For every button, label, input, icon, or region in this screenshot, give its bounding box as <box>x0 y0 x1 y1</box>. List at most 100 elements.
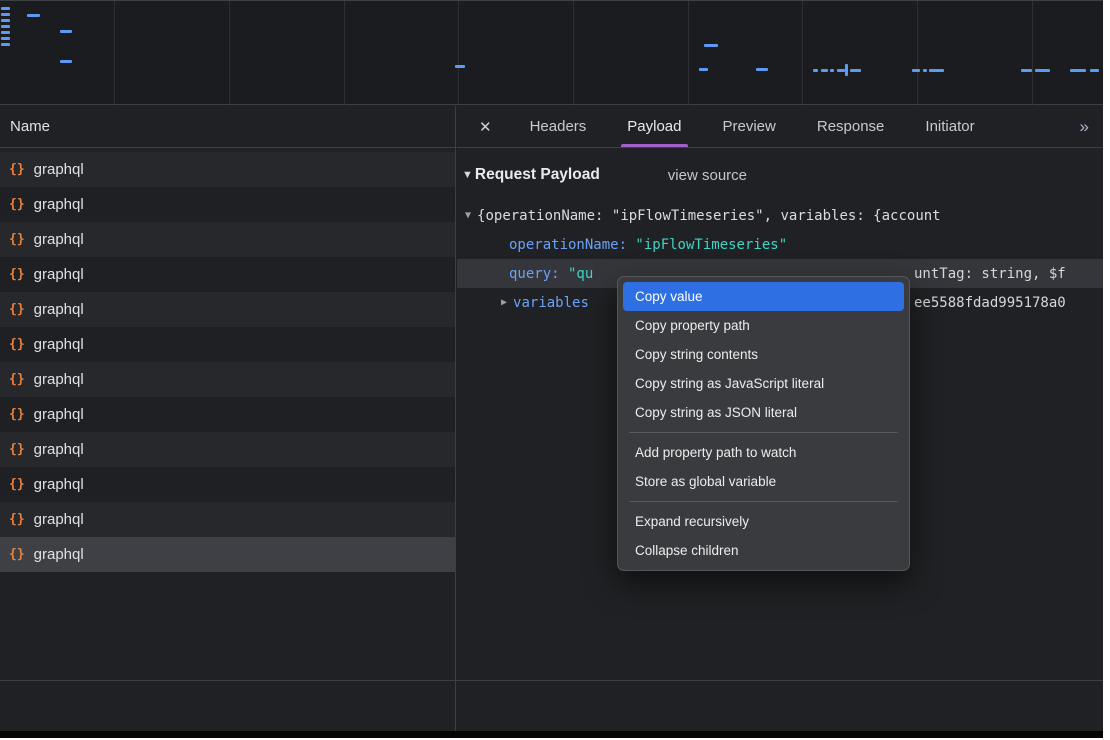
json-braces-icon: {} <box>9 162 25 177</box>
menu-item-copy-string-contents[interactable]: Copy string contents <box>623 340 904 369</box>
menu-item-store-as-global-variable[interactable]: Store as global variable <box>623 467 904 496</box>
request-name: graphql <box>34 511 84 528</box>
network-activity-bar <box>27 14 40 17</box>
request-row-graphql[interactable]: {}graphql <box>0 292 455 327</box>
network-activity-bar <box>1 31 10 34</box>
json-braces-icon: {} <box>9 267 25 282</box>
timeline-gridline <box>573 1 574 105</box>
payload-row-operationname[interactable]: operationName: "ipFlowTimeseries" <box>457 230 1103 259</box>
network-activity-bar <box>837 69 845 72</box>
network-activity-bar <box>1 37 10 40</box>
network-activity-bar <box>1 7 10 10</box>
tab-headers[interactable]: Headers <box>530 106 587 147</box>
network-activity-bar <box>1090 69 1099 72</box>
property-key: variables <box>513 295 589 311</box>
property-value-end: untTag: string, $f <box>914 266 1066 282</box>
json-braces-icon: {} <box>9 197 25 212</box>
network-activity-bar <box>699 68 708 71</box>
menu-item-expand-recursively[interactable]: Expand recursively <box>623 507 904 536</box>
menu-item-add-property-path-to-watch[interactable]: Add property path to watch <box>623 438 904 467</box>
tab-payload[interactable]: Payload <box>627 106 681 147</box>
network-activity-bar <box>1070 69 1086 72</box>
request-row-graphql[interactable]: {}graphql <box>0 502 455 537</box>
menu-item-copy-property-path[interactable]: Copy property path <box>623 311 904 340</box>
view-source-link[interactable]: view source <box>668 167 747 184</box>
request-name: graphql <box>34 371 84 388</box>
collapsed-icon[interactable]: ▶ <box>501 297 507 308</box>
timeline-gridline <box>229 1 230 105</box>
tab-initiator[interactable]: Initiator <box>925 106 974 147</box>
timeline-gridline <box>344 1 345 105</box>
property-key: query: <box>509 266 560 282</box>
network-activity-bar <box>1 19 10 22</box>
bottom-bar <box>0 731 1103 738</box>
request-name: graphql <box>34 476 84 493</box>
network-activity-bar <box>60 60 72 63</box>
request-row-graphql[interactable]: {}graphql <box>0 327 455 362</box>
network-activity-bar <box>813 69 818 72</box>
tab-response[interactable]: Response <box>817 106 885 147</box>
request-name: graphql <box>34 161 84 178</box>
network-activity-bar <box>923 69 927 72</box>
timeline-gridline <box>802 1 803 105</box>
request-payload-section: ▼ Request Payload view source <box>457 161 1103 189</box>
network-activity-bar <box>912 69 920 72</box>
section-expand-icon[interactable]: ▼ <box>462 169 473 181</box>
network-activity-bar <box>455 65 465 68</box>
menu-item-copy-string-as-json-literal[interactable]: Copy string as JSON literal <box>623 398 904 427</box>
timeline-gridline <box>1032 1 1033 105</box>
network-activity-bar <box>1021 69 1032 72</box>
close-icon[interactable]: ✕ <box>479 118 492 136</box>
request-row-graphql[interactable]: {}graphql <box>0 537 455 572</box>
request-name: graphql <box>34 301 84 318</box>
property-value-start: "qu <box>568 266 593 282</box>
menu-item-collapse-children[interactable]: Collapse children <box>623 536 904 565</box>
network-activity-bar <box>1035 69 1050 72</box>
request-name: graphql <box>34 336 84 353</box>
payload-root-preview: {operationName: "ipFlowTimeseries", vari… <box>477 208 941 224</box>
request-name: graphql <box>34 231 84 248</box>
property-value-end: ee5588fdad995178a0 <box>914 295 1066 311</box>
request-name: graphql <box>34 266 84 283</box>
menu-item-copy-string-as-javascript-literal[interactable]: Copy string as JavaScript literal <box>623 369 904 398</box>
network-activity-bar <box>845 64 848 76</box>
request-row-graphql[interactable]: {} graphql <box>0 467 455 502</box>
json-braces-icon: {} <box>9 372 25 387</box>
json-braces-icon: {} <box>9 477 25 492</box>
timeline-gridline <box>688 1 689 105</box>
menu-item-copy-value[interactable]: Copy value <box>623 282 904 311</box>
expand-icon[interactable]: ▼ <box>465 210 471 221</box>
timeline-gridline <box>114 1 115 105</box>
menu-separator <box>629 432 898 433</box>
network-activity-bar <box>850 69 861 72</box>
request-list: {} graphql {} graphql {} graphql {} graphql {} gr… <box>0 148 455 572</box>
timeline-gridline <box>917 1 918 105</box>
request-row-graphql[interactable]: {} graphql <box>0 152 455 187</box>
request-name: graphql <box>34 441 84 458</box>
footer-divider <box>0 680 1103 681</box>
devtools-window: Name {}graphql{}graphql{}graphql{}graphq… <box>0 0 1103 738</box>
section-title: Request Payload <box>475 166 600 184</box>
tab-items: Headers Payload Preview Response Initiator <box>530 106 975 147</box>
network-activity-bar <box>1 25 10 28</box>
json-braces-icon: {} <box>9 232 25 247</box>
network-activity-bar <box>929 69 944 72</box>
network-activity-bar <box>1 43 10 46</box>
menu-separator <box>629 501 898 502</box>
name-column-header[interactable]: Name <box>0 106 455 148</box>
property-key: operationName: <box>509 237 627 253</box>
request-row-graphql[interactable]: {} graphql <box>0 432 455 467</box>
request-row-graphql[interactable]: {} graphql <box>0 362 455 397</box>
json-braces-icon: {} <box>9 442 25 457</box>
payload-root-row[interactable]: ▼ {operationName: "ipFlowTimeseries", va… <box>457 201 1103 230</box>
tab-preview[interactable]: Preview <box>723 106 776 147</box>
network-overview-timeline[interactable] <box>0 0 1103 105</box>
network-activity-bar <box>704 44 718 47</box>
request-row-graphql[interactable]: {}graphql <box>0 187 455 222</box>
request-row-graphql[interactable]: {}graphql <box>0 397 455 432</box>
network-activity-bar <box>60 30 72 33</box>
json-braces-icon: {} <box>9 407 25 422</box>
request-row-graphql[interactable]: {} graphql <box>0 257 455 292</box>
more-tabs-icon[interactable]: » <box>1080 117 1087 137</box>
request-row-graphql[interactable]: {} graphql <box>0 222 455 257</box>
